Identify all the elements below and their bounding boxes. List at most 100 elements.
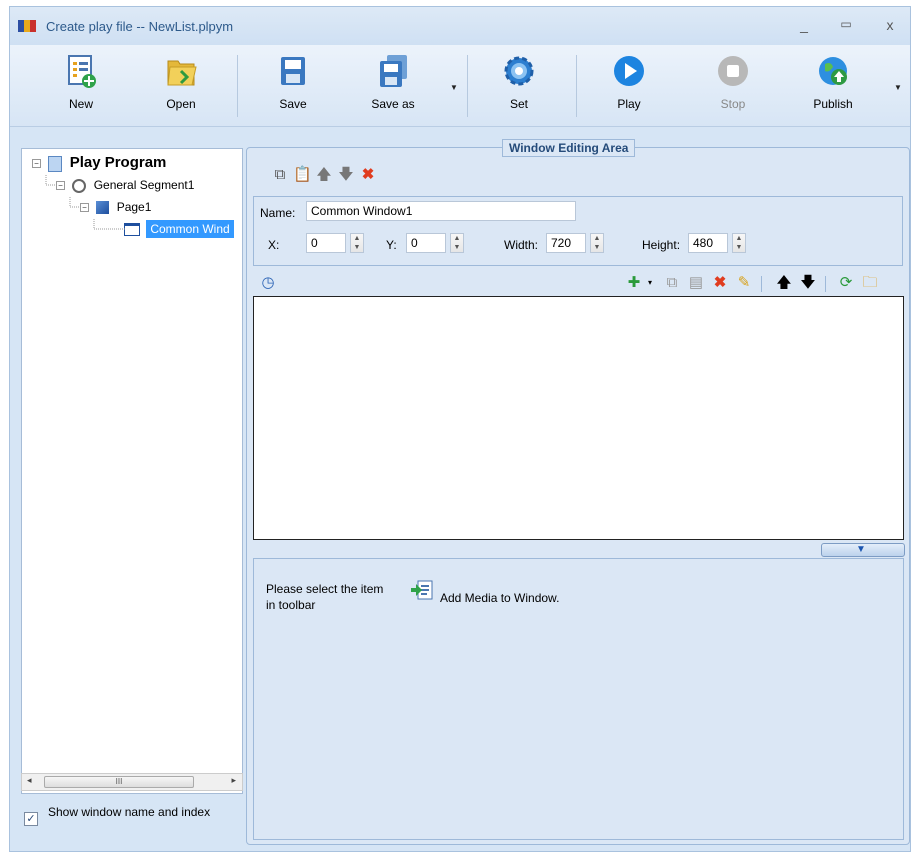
page-icon [96,201,110,215]
copy-icon[interactable]: ⧉ [271,166,289,184]
height-spinner[interactable]: ▲ ▼ [732,233,746,253]
name-label: Name: [260,206,296,220]
width-label: Width: [504,238,539,252]
toolbar-separator [825,276,826,292]
x-label: X: [268,238,280,252]
move-down-icon[interactable]: 🡇 [337,166,355,184]
toolbar-separator [467,55,468,117]
scrollbar-thumb[interactable]: III [44,776,194,788]
add-media-window-icon[interactable] [410,579,433,601]
window-properties: Name: Common Window1 X: 0 ▲ ▼ Y: 0 ▲ ▼ Wid… [253,196,903,266]
add-media-label: Add Media to Window. [440,591,560,605]
save-button-label: Save [279,97,307,111]
delete-icon[interactable]: ✖ [359,166,377,184]
tree-horizontal-scrollbar[interactable]: ◂ III ▸ [21,773,243,791]
title-bar: Create play file -- NewList.plpym _ ▭ x [10,7,910,45]
y-label: Y: [386,238,397,252]
collapse-icon[interactable]: − [32,159,41,169]
tree-item-play-program[interactable]: − Play Program [32,153,166,173]
stop-button[interactable]: Stop [698,49,768,119]
clear-brush-icon[interactable]: ✎ [735,274,753,292]
tree-item-page1[interactable]: − Page1 [80,197,151,217]
save-as-dropdown-icon[interactable]: ▼ [450,83,458,92]
window-icon [124,223,140,237]
publish-dropdown-icon[interactable]: ▼ [894,83,902,92]
chevron-down-icon: ▼ [856,544,866,555]
save-button[interactable]: Save [258,49,328,119]
toolbar-separator [576,55,577,117]
x-spinner[interactable]: ▲ ▼ [350,233,364,253]
paste-media-icon[interactable]: ▤ [687,274,705,292]
save-as-button[interactable]: Save as [358,49,428,119]
paste-icon[interactable]: 📋 [293,166,312,184]
publish-button-label: Publish [813,97,853,111]
save-icon [281,57,305,85]
toolbar-separator [237,55,238,117]
gear-icon [504,56,534,86]
tree-label-play-program: Play Program [69,154,167,171]
delete-media-icon[interactable]: ✖ [711,274,729,292]
height-field[interactable]: 480 [688,233,728,253]
set-button-label: Set [509,97,528,111]
editing-area-title: Window Editing Area [502,139,636,157]
tree-item-common-window[interactable]: Common Wind [124,219,234,239]
show-window-name-checkbox[interactable]: ✓ [24,812,38,826]
height-label: Height: [642,238,681,252]
close-icon[interactable]: x [878,17,902,33]
set-button[interactable]: Set [484,49,554,119]
media-up-icon[interactable]: 🡅 [775,274,793,292]
width-spinner[interactable]: ▲ ▼ [590,233,604,253]
clock-icon [72,178,87,193]
folder-open-icon [167,60,197,86]
window-editing-area: Window Editing Area ⧉ 📋 🡅 🡇 ✖ Name: Comm… [246,139,910,845]
x-field[interactable]: 0 [306,233,346,253]
y-spinner[interactable]: ▲ ▼ [450,233,464,253]
refresh-icon[interactable]: ⟳ [837,274,855,292]
collapse-icon[interactable]: − [80,203,89,213]
media-list-area[interactable] [253,296,904,540]
main-toolbar: New Open Save Save as ▼ Set Play Stop Pu… [10,45,910,127]
add-media-dropdown-icon[interactable]: ▾ [641,274,659,292]
play-button[interactable]: Play [594,49,664,119]
media-properties-area: Please select the item in toolbar Add Me… [253,558,904,840]
new-button[interactable]: New [46,49,116,119]
scroll-right-icon[interactable]: ▸ [231,775,236,786]
move-up-icon[interactable]: 🡅 [315,166,333,184]
window-title: Create play file -- NewList.plpym [46,19,234,34]
minimize-icon[interactable]: _ [792,17,816,33]
new-button-label: New [68,97,93,111]
play-button-label: Play [617,97,641,111]
stop-icon [718,56,748,86]
app-icon [18,20,36,32]
open-button-label: Open [166,97,196,111]
toolbar-separator [761,276,762,292]
tree-label-general-segment: General Segment1 [93,178,195,192]
y-field[interactable]: 0 [406,233,446,253]
scroll-left-icon[interactable]: ◂ [27,775,32,786]
maximize-icon[interactable]: ▭ [834,17,858,31]
copy-media-icon[interactable]: ⧉ [663,274,681,292]
show-window-name-label: Show window name and index [48,805,211,819]
open-button[interactable]: Open [146,49,216,119]
application-window: Create play file -- NewList.plpym _ ▭ x … [9,6,911,852]
import-folder-icon[interactable]: 🗀 [861,274,879,292]
play-icon [614,56,644,86]
stop-button-label: Stop [720,97,746,111]
tree-item-general-segment[interactable]: − General Segment1 [56,175,194,195]
globe-publish-icon [819,57,847,85]
timer-icon[interactable]: ◷ [259,274,277,292]
save-as-button-label: Save as [371,97,415,111]
program-icon [48,155,63,172]
name-field[interactable]: Common Window1 [306,201,576,221]
tree-label-page1: Page1 [116,200,152,214]
program-tree: − Play Program − General Segment1 − Page… [21,148,243,794]
collapse-icon[interactable]: − [56,181,65,191]
publish-button[interactable]: Publish [798,49,868,119]
new-file-icon [68,55,96,88]
save-as-icon [380,55,407,87]
media-down-icon[interactable]: 🡇 [799,274,817,292]
tree-label-common-window: Common Wind [146,220,234,238]
hint-text: Please select the item in toolbar [266,582,384,612]
collapse-panel-button[interactable]: ▼ [821,543,905,557]
width-field[interactable]: 720 [546,233,586,253]
